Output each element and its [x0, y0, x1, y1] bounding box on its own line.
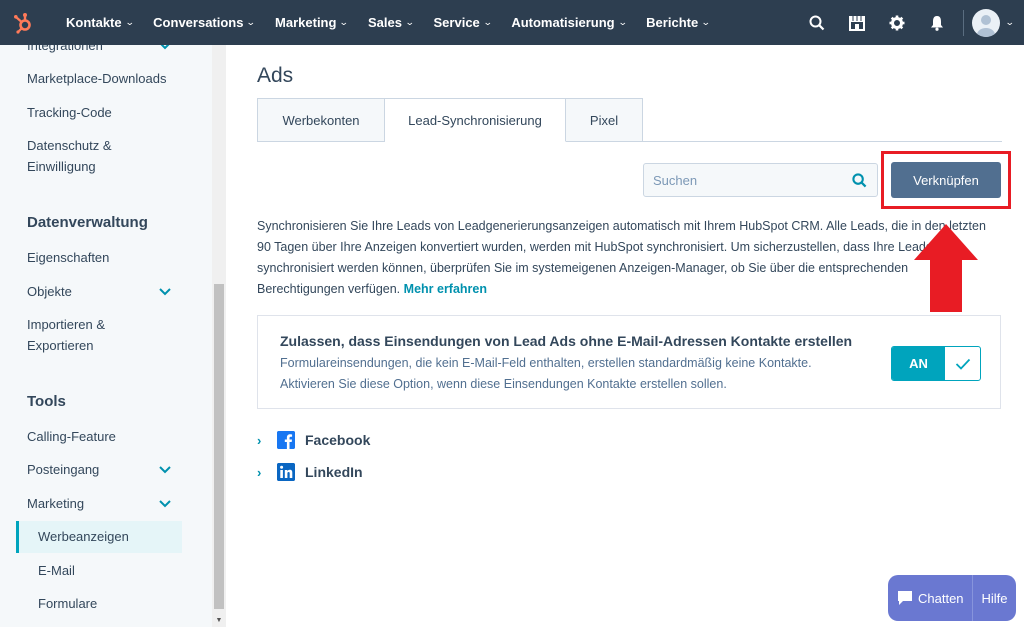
settings-sidebar: Integrationen Marketplace-Downloads Trac…	[0, 45, 212, 627]
sidebar-item-posteingang[interactable]: Posteingang	[27, 459, 99, 480]
lead-sync-description: Synchronisieren Sie Ihre Leads von Leadg…	[257, 216, 997, 300]
avatar[interactable]	[972, 8, 1001, 37]
nav-kontakte-label: Kontakte	[66, 15, 122, 30]
nav-automatisierung-label: Automatisierung	[511, 15, 615, 30]
nav-sales-label: Sales	[367, 15, 402, 30]
gear-icon[interactable]	[877, 0, 917, 45]
chevron-down-icon: ⌄	[246, 17, 257, 27]
chevron-down-icon: ⌄	[404, 17, 415, 27]
chat-widget: Chatten Hilfe	[888, 575, 1016, 621]
nav-marketing[interactable]: Marketing ⌄	[265, 0, 358, 45]
sidebar-item-email[interactable]: E-Mail	[38, 560, 75, 581]
chevron-down-icon: ⌄	[482, 17, 493, 27]
tab-bar: Werbekonten Lead-Synchronisierung Pixel	[257, 98, 643, 142]
setting-title: Zulassen, dass Einsendungen von Lead Ads…	[280, 333, 853, 349]
chevron-down-icon: ⌄	[339, 17, 350, 27]
facebook-icon	[277, 431, 295, 449]
linkedin-icon	[277, 463, 295, 481]
sidebar-item-werbeanzeigen[interactable]: Werbeanzeigen	[38, 526, 129, 547]
sidebar-item-datenschutz[interactable]: Datenschutz & Einwilligung	[27, 135, 112, 177]
accordion-label: Facebook	[305, 432, 371, 448]
tab-werbekonten[interactable]: Werbekonten	[257, 98, 385, 142]
chevron-right-icon: ›	[257, 464, 262, 480]
sidebar-item-importieren[interactable]: Importieren & Exportieren	[27, 314, 105, 356]
lead-ads-setting-card: Zulassen, dass Einsendungen von Lead Ads…	[257, 315, 1001, 409]
tab-pixel[interactable]: Pixel	[566, 98, 643, 142]
connect-button[interactable]: Verknüpfen	[891, 162, 1001, 198]
chevron-down-icon[interactable]: ⌄	[1005, 17, 1015, 28]
chevron-right-icon: ›	[257, 432, 262, 448]
nav-conversations[interactable]: Conversations ⌄	[143, 0, 265, 45]
bell-icon[interactable]	[917, 0, 957, 45]
accordion-facebook[interactable]: › Facebook	[257, 430, 370, 450]
lead-ads-toggle[interactable]: AN	[891, 346, 981, 381]
sidebar-item-label: Datenschutz &	[27, 138, 112, 153]
description-text: Synchronisieren Sie Ihre Leads von Leadg…	[257, 219, 986, 296]
sidebar-item-formulare[interactable]: Formulare	[38, 593, 97, 614]
search-field[interactable]	[643, 163, 878, 197]
tab-divider	[642, 141, 1002, 142]
nav-service-label: Service	[433, 15, 480, 30]
chevron-down-icon[interactable]	[158, 499, 172, 509]
chevron-down-icon[interactable]	[158, 287, 172, 297]
top-navigation: Kontakte ⌄ Conversations ⌄ Marketing ⌄ Sale…	[0, 0, 1024, 45]
nav-kontakte[interactable]: Kontakte ⌄	[56, 0, 143, 45]
sidebar-item-marketing[interactable]: Marketing	[27, 493, 84, 514]
chevron-down-icon: ⌄	[701, 17, 711, 27]
help-button[interactable]: Hilfe	[973, 575, 1016, 621]
chat-bubble-icon	[898, 591, 912, 605]
checkmark-icon	[945, 347, 980, 380]
hubspot-logo-icon[interactable]	[0, 0, 46, 45]
chat-label: Chatten	[918, 590, 964, 606]
nav-service[interactable]: Service ⌄	[424, 0, 502, 45]
search-icon[interactable]	[797, 0, 837, 45]
tab-lead-synchronisierung[interactable]: Lead-Synchronisierung	[385, 98, 566, 142]
nav-divider	[963, 9, 965, 36]
sidebar-item-objekte[interactable]: Objekte	[27, 281, 72, 302]
sidebar-item-marketplace-downloads[interactable]: Marketplace-Downloads	[27, 68, 166, 89]
chevron-down-icon[interactable]	[158, 465, 172, 475]
sidebar-item-label: Einwilligung	[27, 159, 96, 174]
sidebar-scrollbar-thumb[interactable]	[214, 284, 224, 609]
sidebar-item-label: Importieren &	[27, 317, 106, 332]
nav-berichte[interactable]: Berichte ⌄	[636, 0, 720, 45]
nav-marketing-label: Marketing	[275, 15, 337, 30]
toggle-on-label: AN	[892, 347, 945, 380]
learn-more-link[interactable]: Mehr erfahren	[404, 282, 487, 296]
search-input[interactable]	[644, 164, 844, 196]
sidebar-item-eigenschaften[interactable]: Eigenschaften	[27, 247, 109, 268]
nav-automatisierung[interactable]: Automatisierung ⌄	[501, 0, 636, 45]
scroll-down-arrow-icon[interactable]: ▼	[214, 617, 224, 625]
chat-button[interactable]: Chatten	[888, 575, 972, 621]
nav-berichte-label: Berichte	[646, 15, 699, 30]
red-arrow-annotation-icon	[914, 224, 978, 312]
chevron-down-icon: ⌄	[124, 17, 135, 27]
setting-description: Formulareinsendungen, die kein E-Mail-Fe…	[280, 356, 812, 391]
chevron-down-icon[interactable]	[158, 45, 172, 51]
marketplace-icon[interactable]	[837, 0, 877, 45]
accordion-linkedin[interactable]: › LinkedIn	[257, 462, 363, 482]
sidebar-item-calling-feature[interactable]: Calling-Feature	[27, 426, 116, 447]
page-title: Ads	[257, 64, 294, 87]
sidebar-item-integrationen[interactable]: Integrationen	[27, 45, 103, 56]
sidebar-item-label: Exportieren	[27, 338, 94, 353]
accordion-label: LinkedIn	[305, 464, 363, 480]
section-heading-datenverwaltung: Datenverwaltung	[27, 214, 148, 231]
section-heading-tools: Tools	[27, 393, 66, 410]
nav-sales[interactable]: Sales ⌄	[358, 0, 424, 45]
nav-conversations-label: Conversations	[153, 15, 244, 30]
chevron-down-icon: ⌄	[617, 17, 628, 27]
sidebar-item-tracking-code[interactable]: Tracking-Code	[27, 102, 112, 123]
search-icon[interactable]	[852, 173, 867, 193]
